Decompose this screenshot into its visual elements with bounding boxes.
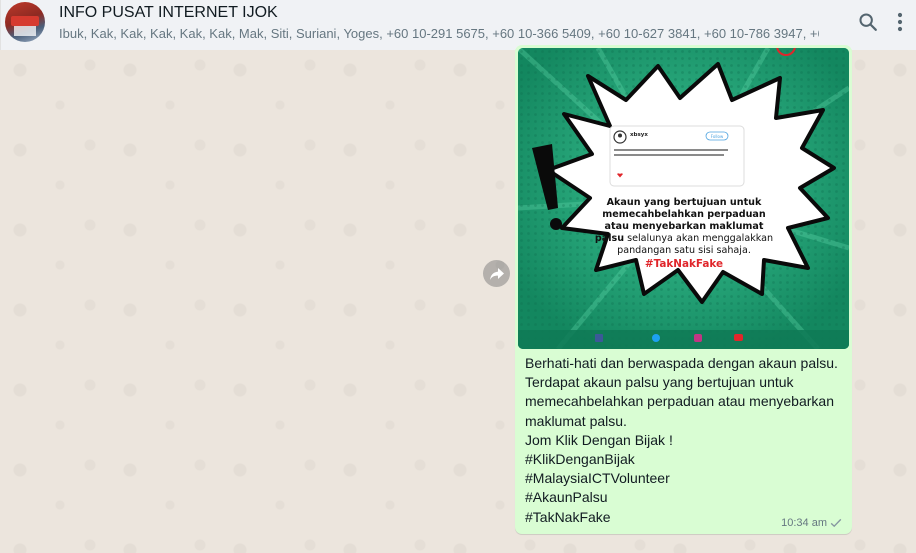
search-button[interactable] (855, 9, 881, 35)
headline-palsu: palsu (595, 233, 624, 244)
facebook-icon (595, 334, 603, 342)
chat-header[interactable]: INFO PUSAT INTERNET IJOK Ibuk, Kak, Kak,… (0, 0, 916, 50)
image-hashtag: #TakNakFake (645, 258, 723, 270)
card-user: xbsyx (630, 132, 648, 138)
headline-line4-rest: selalunya akan menggalakkan (624, 233, 773, 244)
message-meta: 10:34 am (781, 517, 842, 529)
headline-line4: palsu selalunya akan menggalakkan (595, 233, 773, 244)
headline-line3: atau menyebarkan maklumat (605, 221, 764, 232)
forward-icon (489, 267, 504, 280)
message-time: 10:34 am (781, 517, 827, 529)
search-icon (859, 13, 877, 31)
headline-line2: memecahbelahkan perpaduan (602, 209, 766, 220)
infographic-artwork: xbsyx Follow Akaun yang bertujuan untuk … (518, 48, 849, 349)
sent-check-icon (830, 518, 842, 528)
youtube-icon (734, 334, 743, 341)
headline-line5: pandangan satu sisi sahaja. (617, 245, 751, 256)
menu-button[interactable] (887, 9, 913, 35)
menu-dots-icon (897, 12, 903, 32)
message-bubble[interactable]: xbsyx Follow Akaun yang bertujuan untuk … (515, 45, 852, 534)
chat-title: INFO PUSAT INTERNET IJOK (59, 4, 278, 21)
instagram-icon (694, 334, 702, 342)
card-follow: Follow (711, 134, 724, 139)
headline-line1: Akaun yang bertujuan untuk (607, 197, 762, 208)
chat-members: Ibuk, Kak, Kak, Kak, Kak, Kak, Mak, Siti… (59, 26, 819, 41)
forward-button[interactable] (483, 260, 510, 287)
twitter-icon (652, 334, 660, 342)
message-image[interactable]: xbsyx Follow Akaun yang bertujuan untuk … (518, 48, 849, 349)
chat-info[interactable]: INFO PUSAT INTERNET IJOK Ibuk, Kak, Kak,… (59, 3, 819, 43)
group-avatar[interactable] (5, 2, 45, 42)
message-caption: Berhati-hati dan berwaspada dengan akaun… (525, 355, 838, 525)
